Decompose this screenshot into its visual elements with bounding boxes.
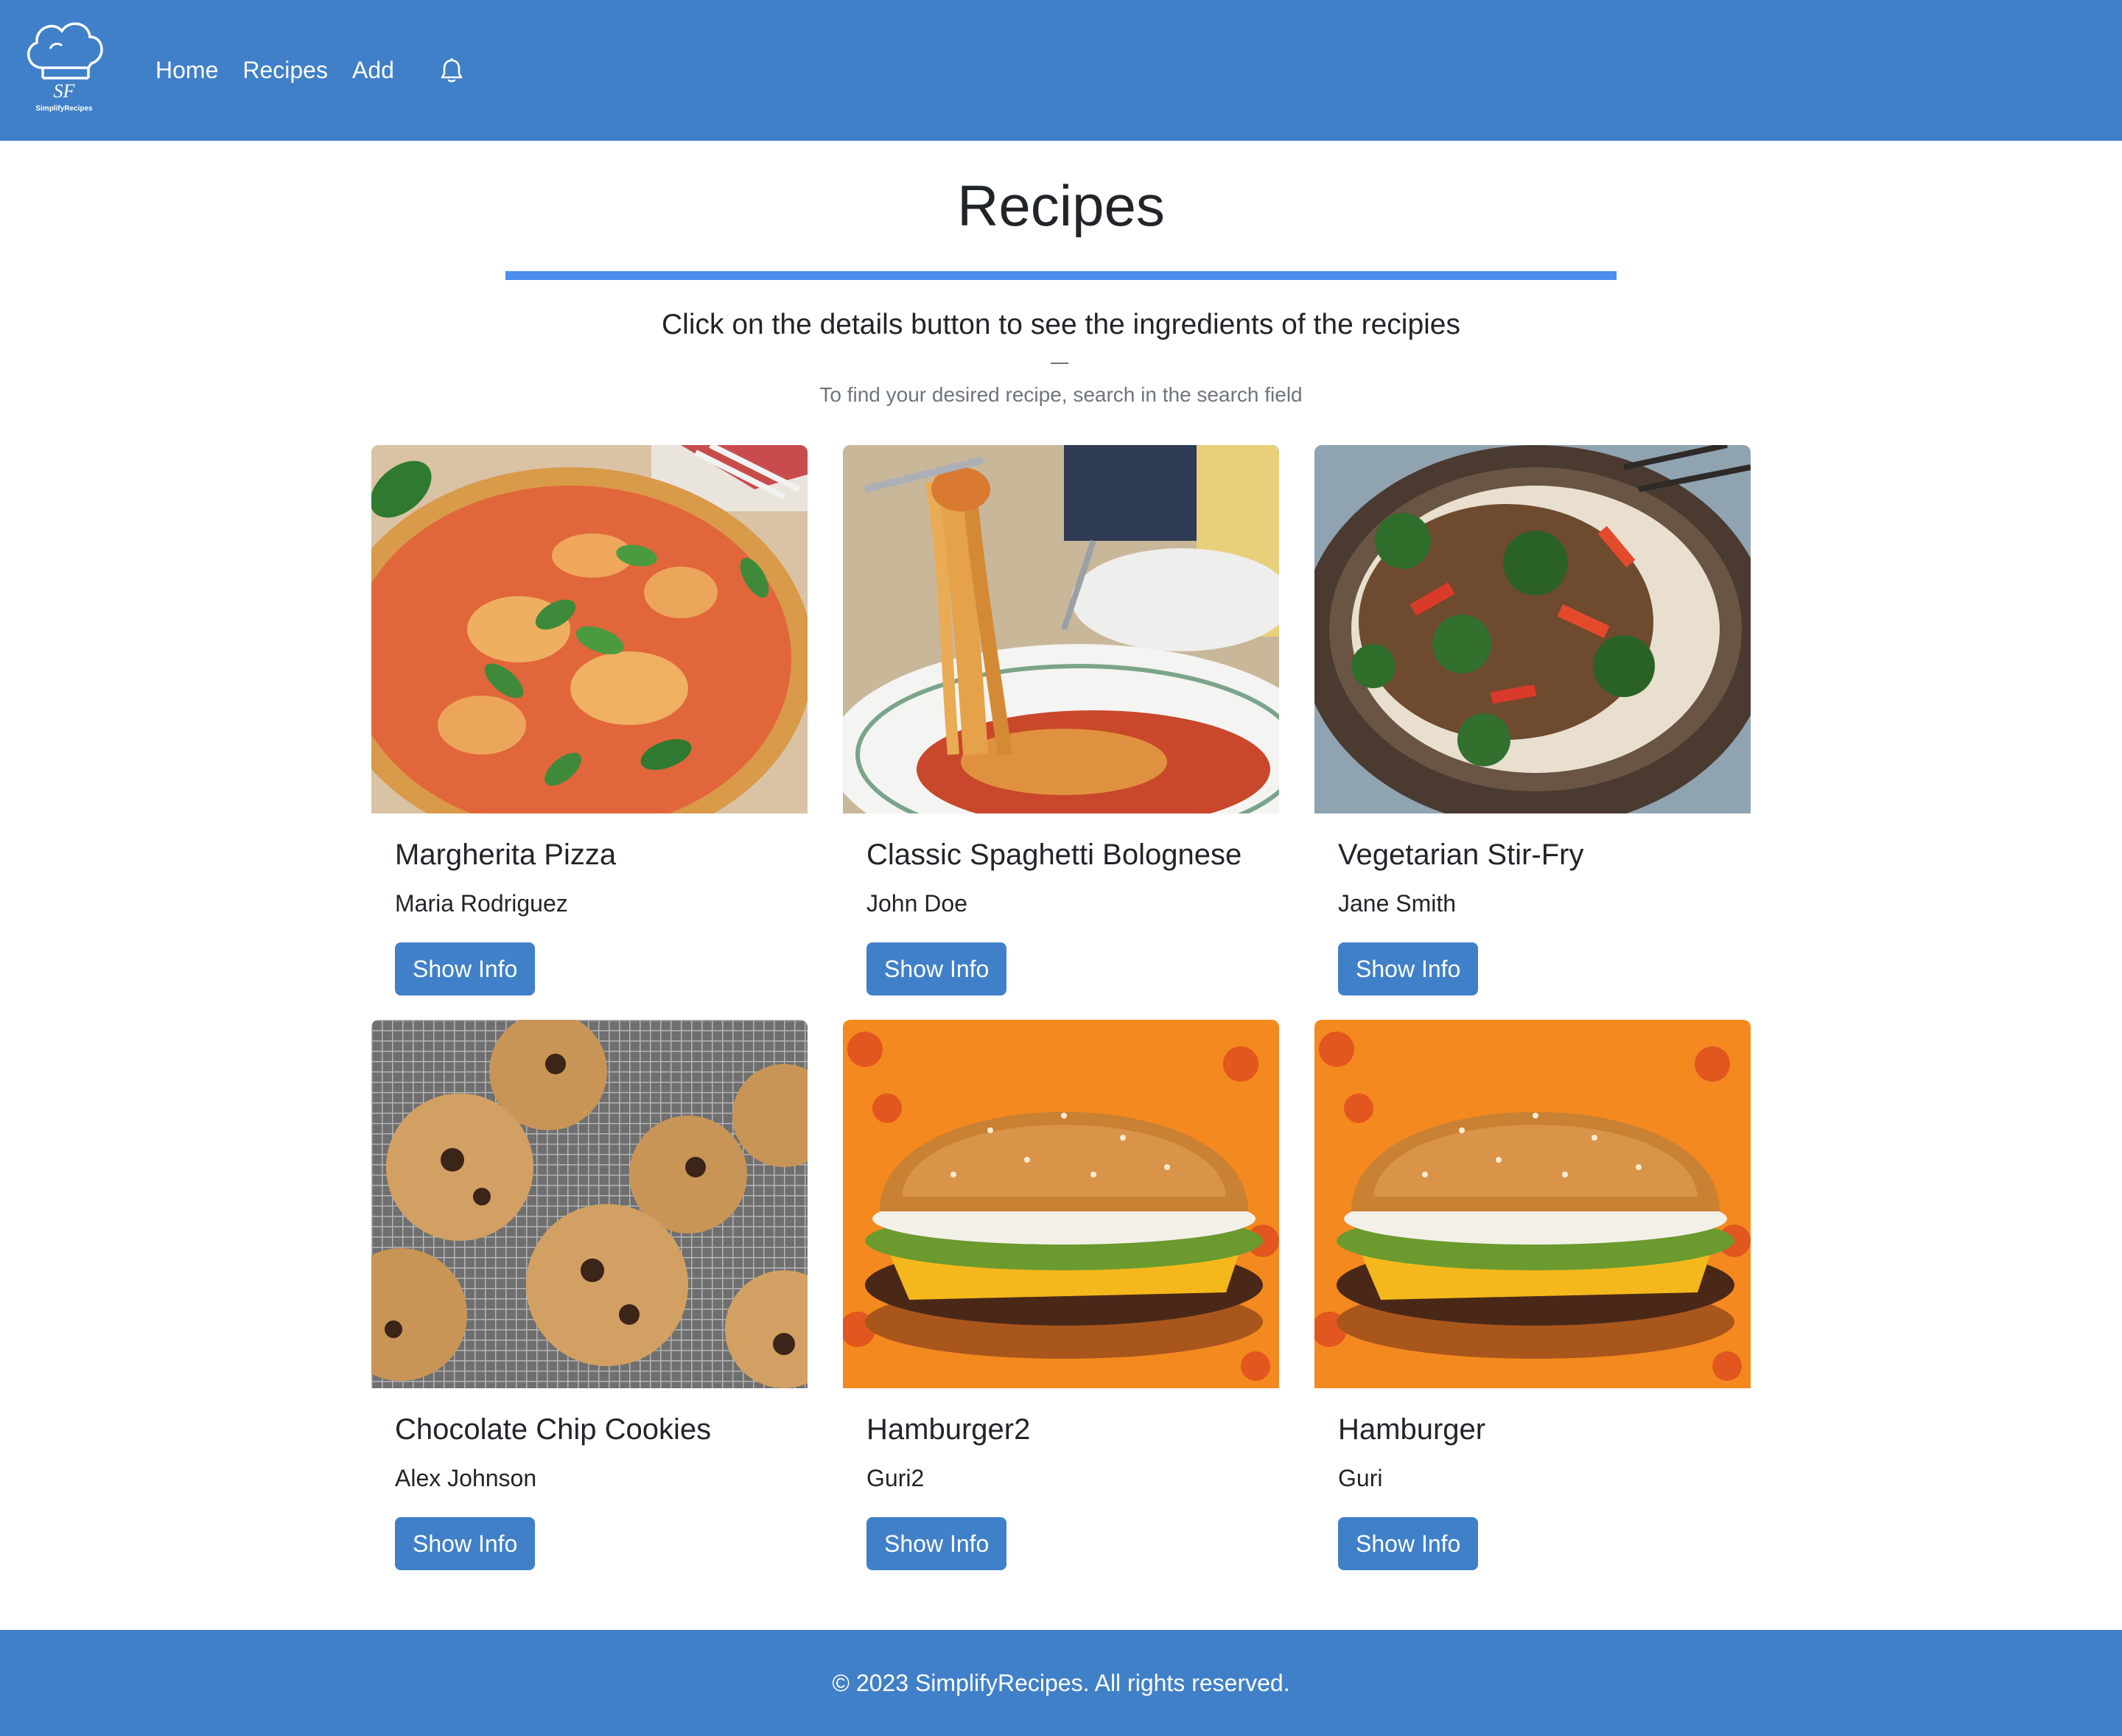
recipe-title: Vegetarian Stir-Fry [1338, 839, 1584, 871]
recipe-card: Hamburger Guri Show Info [1314, 1020, 1751, 1580]
show-info-button[interactable]: Show Info [866, 1517, 1007, 1570]
recipe-card: Margherita Pizza Maria Rodriguez Show In… [371, 445, 808, 1005]
recipe-image-hamburger [843, 1020, 1279, 1388]
svg-text:SF: SF [54, 80, 76, 102]
recipe-card: Classic Spaghetti Bolognese John Doe Sho… [843, 445, 1279, 1005]
nav-link-home[interactable]: Home [155, 57, 218, 84]
recipe-author: Maria Rodriguez [395, 890, 568, 917]
recipe-author: Jane Smith [1338, 890, 1457, 917]
show-info-button[interactable]: Show Info [395, 942, 536, 995]
footer-text: © 2023 SimplifyRecipes. All rights reser… [832, 1670, 1290, 1696]
recipe-author: Alex Johnson [395, 1465, 537, 1491]
page-title: Recipes [957, 173, 1165, 238]
page-subtitle: Click on the details button to see the i… [662, 309, 1460, 340]
recipe-card: Vegetarian Stir-Fry Jane Smith Show Info [1314, 445, 1751, 1005]
footer: © 2023 SimplifyRecipes. All rights reser… [0, 1630, 2122, 1736]
recipe-title: Classic Spaghetti Bolognese [866, 839, 1242, 871]
recipe-title: Chocolate Chip Cookies [395, 1413, 712, 1446]
nav-link-recipes[interactable]: Recipes [242, 57, 328, 84]
recipe-author: Guri [1338, 1465, 1383, 1491]
navbar: SF SimplifyRecipes Home Recipes Add [0, 0, 2122, 141]
recipe-title: Hamburger [1338, 1413, 1486, 1446]
recipe-card: Chocolate Chip Cookies Alex Johnson Show… [371, 1020, 808, 1580]
show-info-button[interactable]: Show Info [1338, 1517, 1479, 1570]
recipe-image-cookies [371, 1020, 808, 1388]
recipe-title: Hamburger2 [866, 1413, 1031, 1446]
svg-text:SimplifyRecipes: SimplifyRecipes [35, 105, 93, 113]
recipe-image-stir-fry [1314, 445, 1751, 813]
recipe-card: Hamburger2 Guri2 Show Info [843, 1020, 1279, 1580]
title-divider [505, 271, 1617, 280]
brand-logo[interactable]: SF SimplifyRecipes [21, 16, 108, 116]
bell-icon[interactable] [439, 57, 464, 84]
recipe-title: Margherita Pizza [395, 839, 617, 871]
nav-links: Home Recipes Add [155, 0, 419, 141]
nav-link-add[interactable]: Add [352, 57, 394, 84]
show-info-button[interactable]: Show Info [395, 1517, 536, 1570]
small-divider [1051, 363, 1068, 364]
recipe-author: Guri2 [866, 1465, 925, 1491]
recipe-author: John Doe [866, 890, 967, 917]
recipe-image-spaghetti [843, 445, 1279, 813]
recipe-image-pizza [371, 445, 808, 813]
show-info-button[interactable]: Show Info [1338, 942, 1479, 995]
recipe-image-hamburger [1314, 1020, 1751, 1388]
chef-hat-icon: SF SimplifyRecipes [27, 22, 103, 113]
show-info-button[interactable]: Show Info [866, 942, 1007, 995]
search-hint: To find your desired recipe, search in t… [819, 383, 1303, 406]
